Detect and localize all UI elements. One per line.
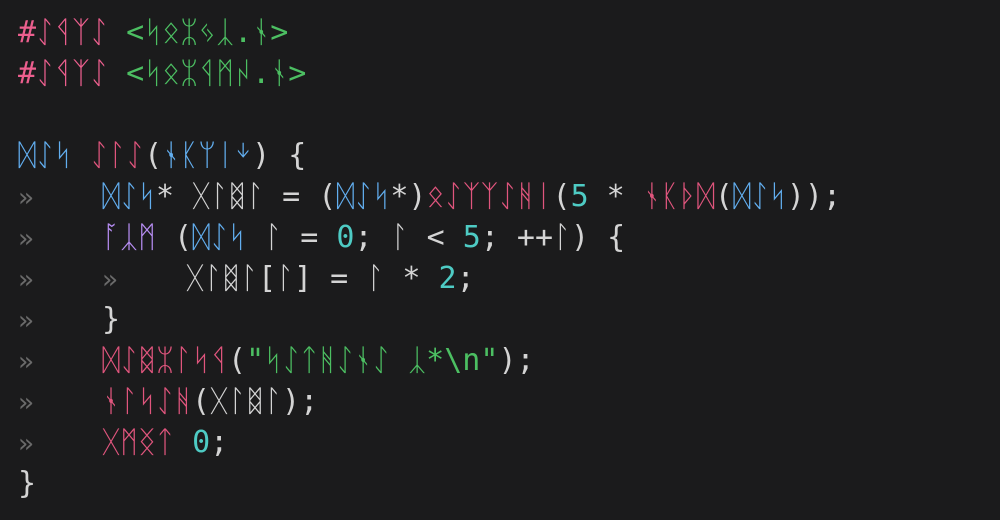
indent-guide-icon: » — [18, 224, 34, 254]
code-token: 5 — [570, 179, 589, 214]
code-token: } — [102, 302, 121, 337]
code-token: 5 — [462, 220, 481, 255]
code-token: ; ++ᛚ) { — [480, 220, 626, 255]
code-token: ᛞᛇᛋ — [336, 179, 391, 214]
code-token: ᛞᛇᛋ — [102, 179, 156, 214]
indent-guide: » — [18, 299, 102, 340]
indent-guide-icon: » — [18, 183, 34, 213]
code-token: * — [588, 179, 643, 214]
code-token: ᛞᛇᛋ — [732, 179, 787, 214]
code-token: ᛀᛚᛋᛇᚻ — [102, 384, 192, 419]
indent-guide-icon: » — [18, 429, 34, 459]
indent-guide: » — [102, 258, 186, 299]
code-line[interactable]: } — [18, 463, 1000, 504]
indent-guide: » — [18, 422, 102, 463]
code-token: ᚪᛣᛗ — [102, 220, 156, 255]
code-token: 2 — [438, 261, 457, 296]
code-token: <ᛋᛟᛯᛃᛣ.ᛀ> — [126, 15, 289, 50]
code-token: ᛞᛇᛋ — [192, 220, 247, 255]
code-token: ᛞᛇᛋ — [18, 138, 91, 173]
code-token: *) — [390, 179, 427, 214]
code-token: ) { — [252, 138, 307, 173]
code-token: #ᛇᛩᛉᛇ — [18, 56, 127, 91]
code-token: (ᚷᛚᛥᛚ); — [192, 384, 319, 419]
code-token: #ᛇᛩᛉᛇ — [18, 15, 127, 50]
code-token: ᛞᛇᛥᛯᛚᛋᛩ — [102, 343, 228, 378]
code-token: * ᚷᛚᛥᛚ = ( — [156, 179, 337, 214]
code-token: } — [18, 466, 37, 501]
indent-guide-icon: » — [18, 265, 34, 295]
code-token: ᛇᛚᛇ — [90, 138, 145, 173]
code-token: ᛚ = — [246, 220, 337, 255]
indent-guide-icon: » — [18, 347, 34, 377]
code-token: ᛀᛕᚦᛞ — [642, 179, 715, 214]
code-line[interactable]: ᛞᛇᛋ ᛇᛚᛇ(ᛀᛕᛘᛁᛎ) { — [18, 135, 1000, 176]
indent-guide: » — [18, 258, 102, 299]
indent-guide: » — [18, 176, 102, 217]
code-editor[interactable]: #ᛇᛩᛉᛇ <ᛋᛟᛯᛃᛣ.ᛀ> #ᛇᛩᛉᛇ <ᛋᛟᛯᛩᛗᛲ.ᛀ> ᛞᛇᛋ ᛇᛚᛇ(… — [0, 0, 1000, 520]
code-token: ( — [144, 138, 163, 173]
indent-guide: » — [18, 217, 102, 258]
code-token: ᚷᛚᛥᛚ[ᛚ] = ᛚ * — [186, 261, 439, 296]
indent-guide-icon: » — [18, 388, 34, 418]
code-line[interactable]: »} — [18, 299, 1000, 340]
code-line[interactable]: » ᛀᛚᛋᛇᚻ(ᚷᛚᛥᛚ); — [18, 381, 1000, 422]
code-line[interactable]: #ᛇᛩᛉᛇ <ᛋᛟᛯᛩᛗᛲ.ᛀ> — [18, 53, 1000, 94]
code-token: "ᛋᛇᛏᚻᛇᛀᛇ ᛣ*\n" — [246, 343, 499, 378]
indent-guide: » — [18, 340, 102, 381]
code-line[interactable]: » ᚷᛗᛝᛏ 0; — [18, 422, 1000, 463]
code-token: <ᛋᛟᛯᛩᛗᛲ.ᛀ> — [126, 56, 307, 91]
code-token: ( — [156, 220, 193, 255]
indent-guide-icon: » — [18, 306, 34, 336]
code-token: ; ᛚ < — [354, 220, 463, 255]
code-line[interactable] — [18, 94, 1000, 135]
code-token: ); — [498, 343, 535, 378]
code-line[interactable]: #ᛇᛩᛉᛇ <ᛋᛟᛯᛃᛣ.ᛀ> — [18, 12, 1000, 53]
code-token: ( — [228, 343, 247, 378]
code-token: 0 — [192, 425, 211, 460]
code-token: ( — [714, 179, 733, 214]
code-token: )); — [786, 179, 842, 214]
code-line[interactable]: » ᛞᛇᛋ* ᚷᛚᛥᛚ = (ᛞᛇᛋ*)ᛟᛇᛉᛉᛇᚻᛁ(5 * ᛀᛕᚦᛞ(ᛞᛇᛋ)… — [18, 176, 1000, 217]
indent-guide: » — [18, 381, 102, 422]
code-line[interactable]: » ᚪᛣᛗ (ᛞᛇᛋ ᛚ = 0; ᛚ < 5; ++ᛚ) { — [18, 217, 1000, 258]
indent-guide-icon: » — [102, 265, 118, 295]
code-line[interactable]: » » ᚷᛚᛥᛚ[ᛚ] = ᛚ * 2; — [18, 258, 1000, 299]
code-token: ᛟᛇᛉᛉᛇᚻᛁ — [426, 179, 553, 214]
code-token: 0 — [336, 220, 355, 255]
code-token: ( — [552, 179, 571, 214]
code-token: ; — [210, 425, 229, 460]
code-line[interactable]: » ᛞᛇᛥᛯᛚᛋᛩ("ᛋᛇᛏᚻᛇᛀᛇ ᛣ*\n"); — [18, 340, 1000, 381]
code-token: ᚷᛗᛝᛏ — [102, 425, 174, 460]
code-token: ᛀᛕᛘᛁᛎ — [162, 138, 253, 173]
code-token: ; — [456, 261, 475, 296]
